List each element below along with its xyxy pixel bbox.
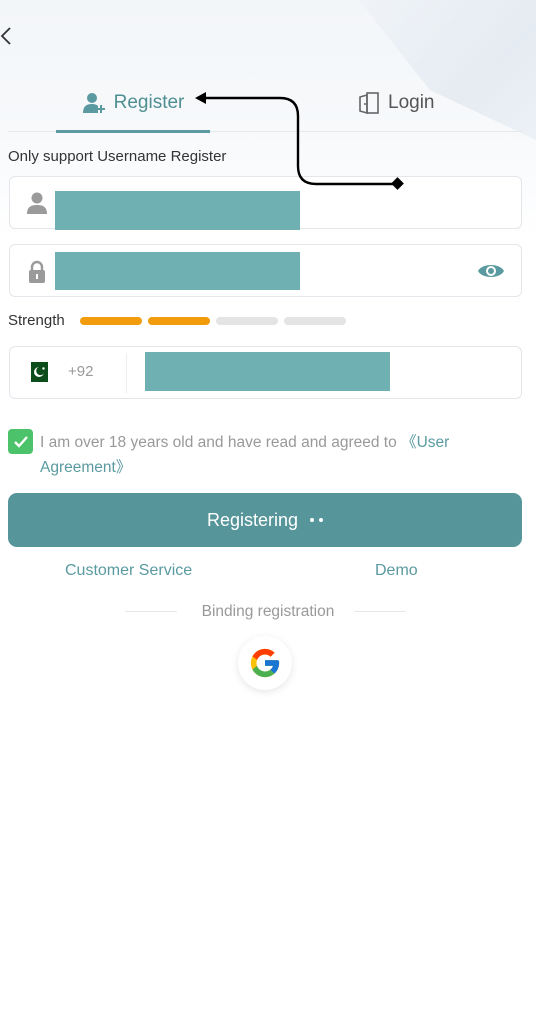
- check-icon: [13, 435, 28, 448]
- demo-link[interactable]: Demo: [375, 562, 418, 580]
- country-code[interactable]: +92: [68, 363, 93, 380]
- customer-service-link[interactable]: Customer Service: [65, 562, 192, 580]
- tab-register-label: Register: [113, 92, 185, 113]
- tab-register[interactable]: Register: [56, 74, 210, 132]
- back-button[interactable]: [0, 24, 16, 48]
- phone-input[interactable]: [145, 352, 390, 391]
- username-input[interactable]: [55, 191, 300, 230]
- agreement-text: I am over 18 years old and have read and…: [40, 430, 510, 480]
- strength-segment: [216, 317, 278, 325]
- agreement-label: I am over 18 years old and have read and…: [40, 434, 397, 451]
- person-icon: [27, 192, 47, 214]
- user-add-icon: [82, 93, 105, 113]
- loading-dots-icon: [310, 518, 324, 522]
- strength-segment: [148, 317, 210, 325]
- binding-registration-label: Binding registration: [201, 603, 335, 620]
- tab-login[interactable]: Login: [358, 74, 435, 132]
- password-input[interactable]: [55, 252, 300, 290]
- strength-segment: [284, 317, 346, 325]
- strength-label: Strength: [8, 312, 65, 329]
- lock-icon: [29, 260, 45, 283]
- active-tab-indicator: [56, 130, 210, 133]
- divider-right: [354, 611, 406, 612]
- pakistan-flag-icon[interactable]: [26, 362, 48, 382]
- register-button[interactable]: Registering: [8, 493, 522, 547]
- tab-login-label: Login: [388, 92, 435, 113]
- eye-icon[interactable]: [477, 260, 505, 282]
- register-hint: Only support Username Register: [8, 148, 227, 165]
- google-login-button[interactable]: [238, 636, 292, 690]
- phone-divider: [126, 353, 127, 393]
- crescent-star-icon: [34, 366, 45, 377]
- auth-tabs: Register Login: [8, 74, 522, 133]
- phone-field[interactable]: +92: [9, 346, 522, 399]
- strength-segment: [80, 317, 142, 325]
- google-icon: [250, 648, 280, 678]
- door-icon: [359, 92, 379, 115]
- register-button-label: Registering: [206, 509, 299, 530]
- agreement-checkbox[interactable]: [8, 429, 33, 454]
- username-field[interactable]: [9, 176, 522, 230]
- password-field[interactable]: [9, 244, 522, 297]
- back-icon: [0, 27, 11, 45]
